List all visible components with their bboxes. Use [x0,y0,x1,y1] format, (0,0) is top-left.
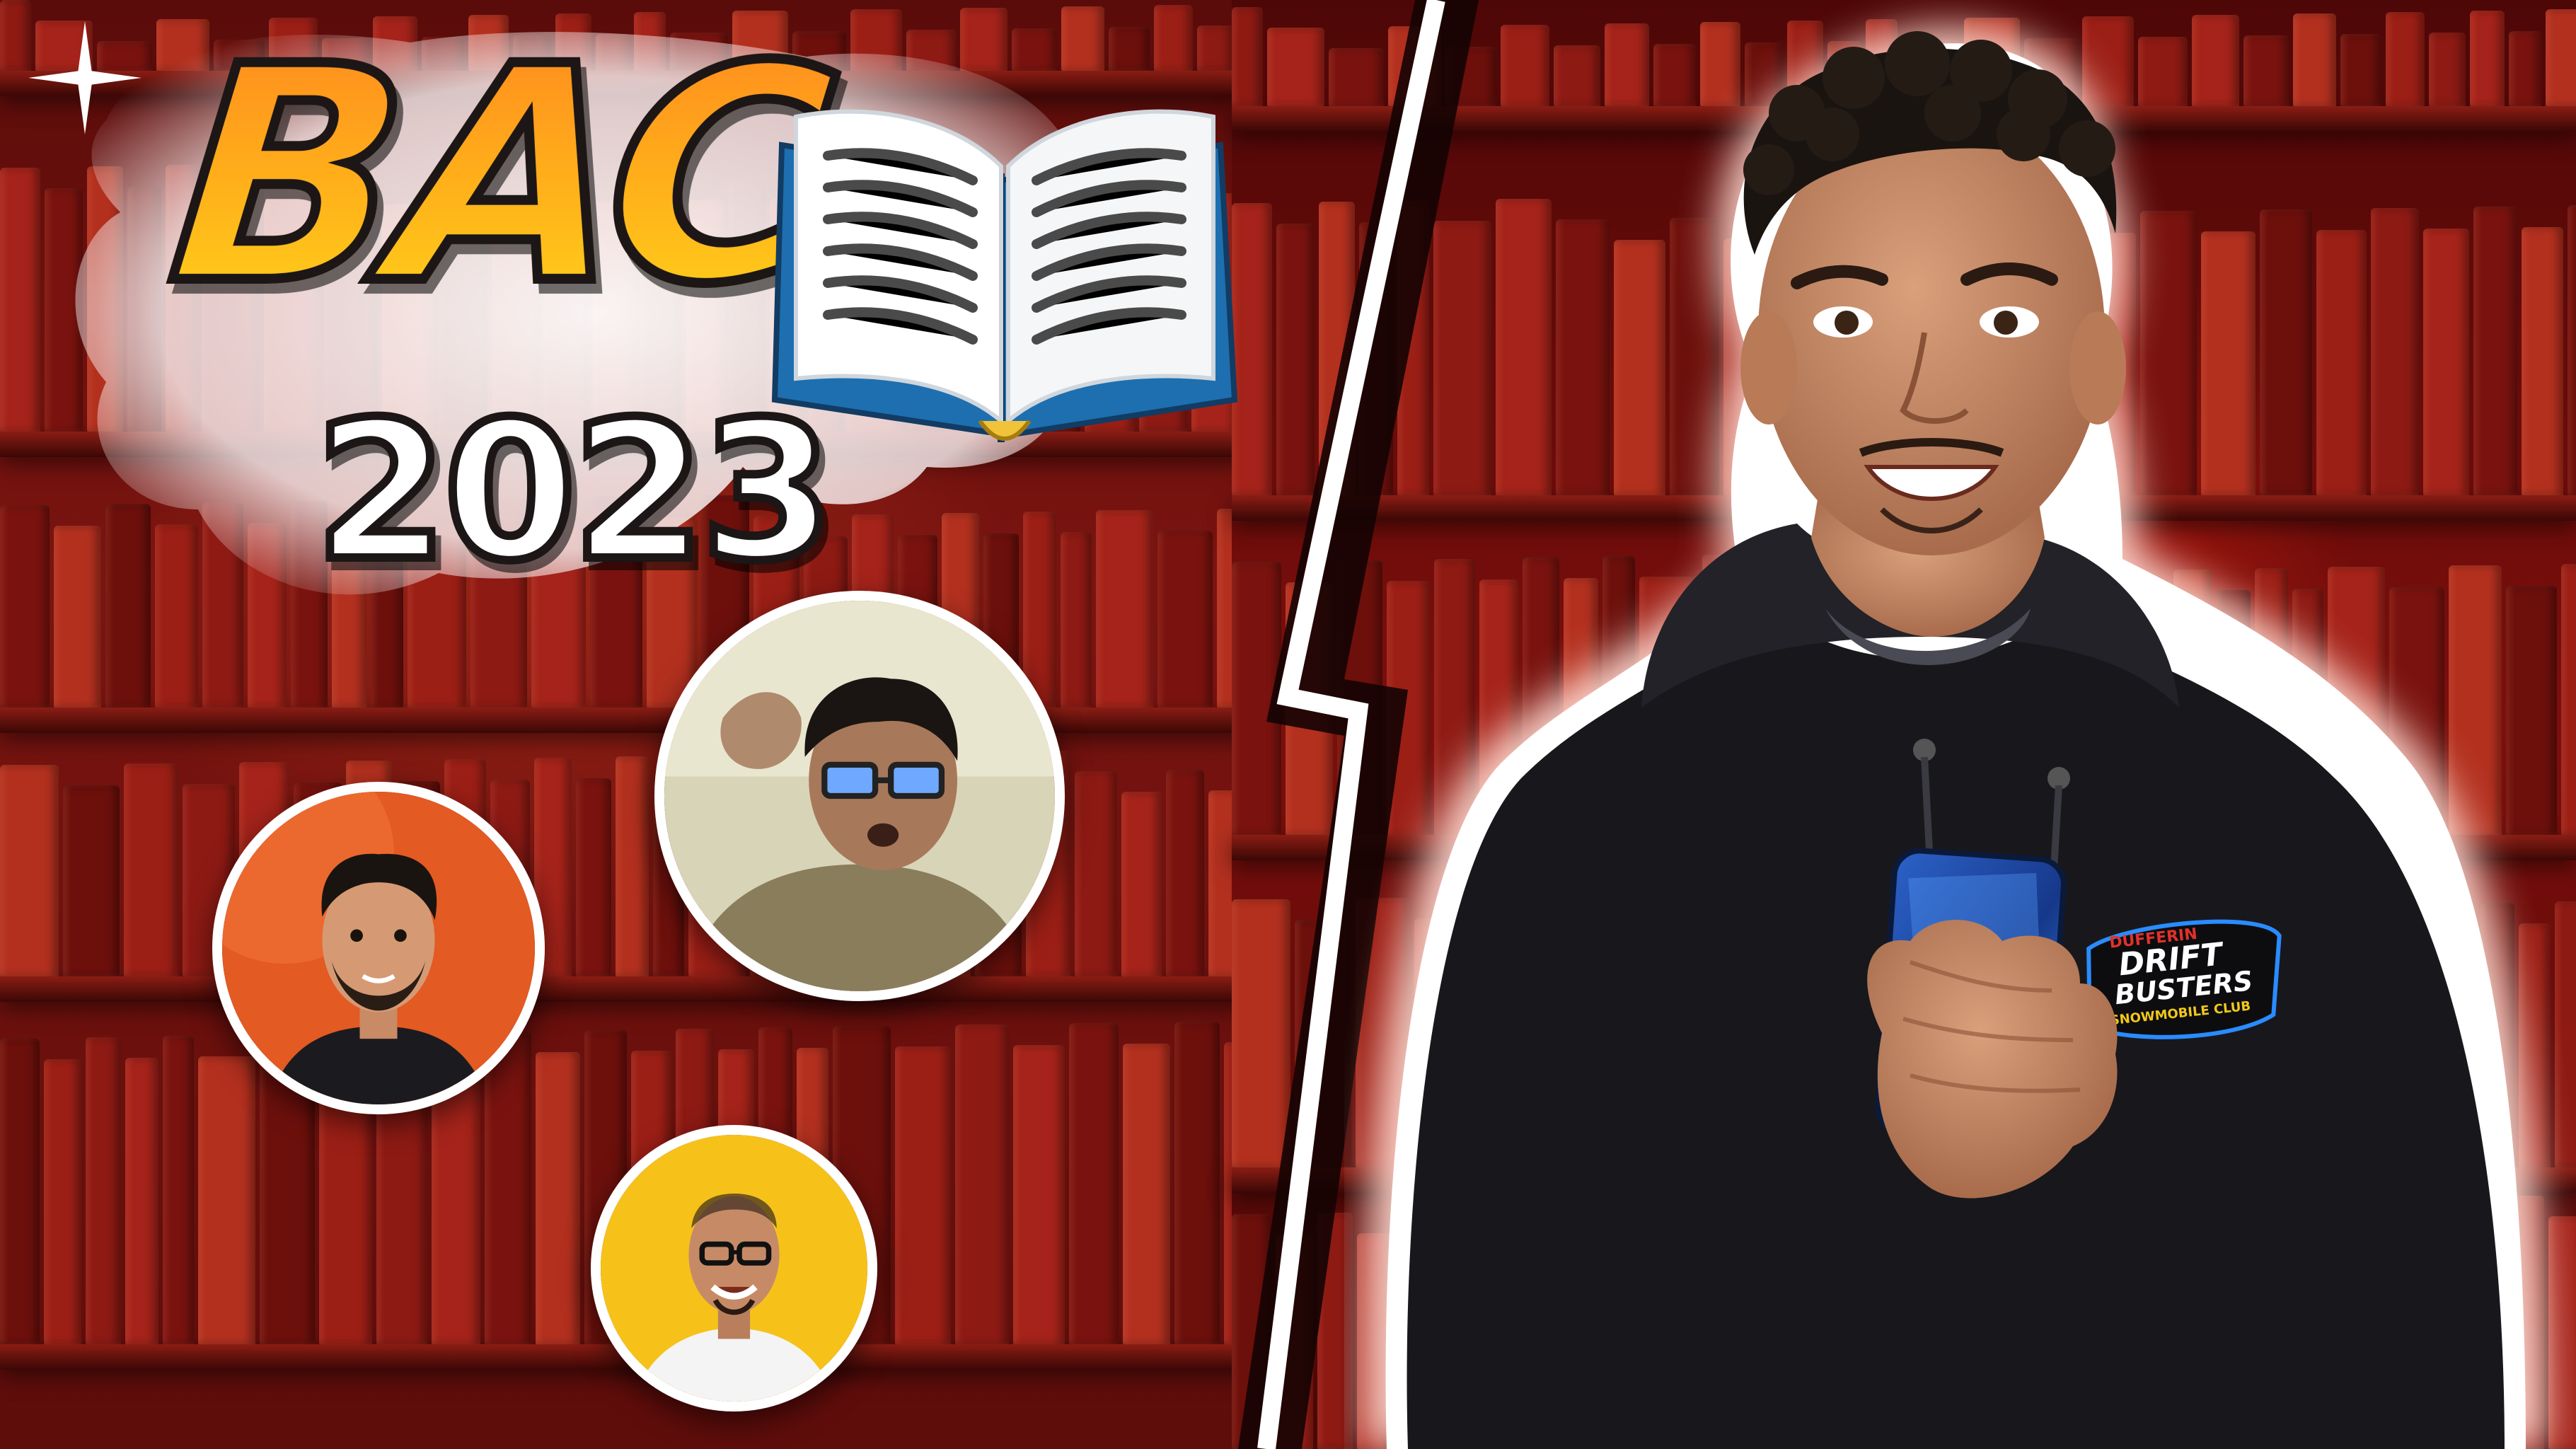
book-spine [1157,531,1213,708]
book-spine [1012,28,1057,71]
book-spine [1276,1235,1313,1449]
book-spine [86,1037,121,1344]
book-spine [955,1024,1009,1344]
book-spine [906,30,956,71]
person-illustration: DUFFERIN DRIFT BUSTERS SNOWMOBILE CLUB [1364,27,2547,1449]
book-spine [1276,224,1315,495]
book-spine [536,1052,580,1344]
book-spine [895,1046,951,1344]
book-spine [125,1058,158,1344]
avatar-portrait [664,601,1055,991]
avatar-teacher-2 [654,591,1065,1001]
book-spine [1154,5,1193,71]
book-spine [202,502,243,708]
book-spine [485,1032,531,1344]
avatar-teacher-3 [591,1125,877,1412]
book-spine [1075,771,1117,976]
book-spine [616,756,649,976]
book-spine [1197,25,1234,71]
book-spine [960,8,1007,71]
book-spine [198,1056,255,1344]
thumbnail-scene: BAC 2023 DUFFERIN DRIFT BUSTERS SNOWMOBI… [0,0,2576,1449]
book-spine [105,504,151,708]
book-spine [1166,770,1204,976]
book-spine [45,188,83,432]
avatar-portrait [601,1135,867,1402]
book-spine [1069,1023,1119,1344]
book-spine [1267,28,1324,106]
book-spine [127,187,161,432]
avatar-teacher-1 [212,782,545,1114]
book-spine [1013,1045,1065,1344]
book-spine [1061,532,1092,708]
book-spine [0,0,31,71]
book-spine [54,526,101,708]
book-spine [0,505,50,708]
book-spine [0,765,59,976]
book-spine [1121,792,1162,976]
book-spine [1061,6,1104,71]
book-spine [850,9,902,71]
book-spine [0,1039,40,1344]
book-spine [1232,899,1290,1167]
book-spine [1232,1214,1271,1449]
sparkle-icon [28,21,141,134]
book-spine [1295,920,1351,1167]
book-spine [44,1059,81,1344]
book-spine [1286,582,1333,835]
book-spine [155,524,198,708]
title-year: 2023 [311,380,838,603]
book-spine [1174,1022,1220,1344]
title-bac: BAC [154,0,844,354]
book-spine [87,166,123,432]
open-book-icon [771,109,1238,442]
main-person: DUFFERIN DRIFT BUSTERS SNOWMOBILE CLUB [1344,0,2576,1449]
book-spine [124,763,178,976]
book-spine [576,778,611,976]
book-spine [63,785,120,976]
book-spine [0,168,40,432]
avatar-portrait [222,792,535,1104]
book-spine [248,523,287,708]
book-spine [1096,510,1153,708]
book-spine [1232,562,1281,835]
book-spine [1123,1044,1170,1344]
book-spine [1109,27,1150,71]
book-spine [163,1036,194,1344]
